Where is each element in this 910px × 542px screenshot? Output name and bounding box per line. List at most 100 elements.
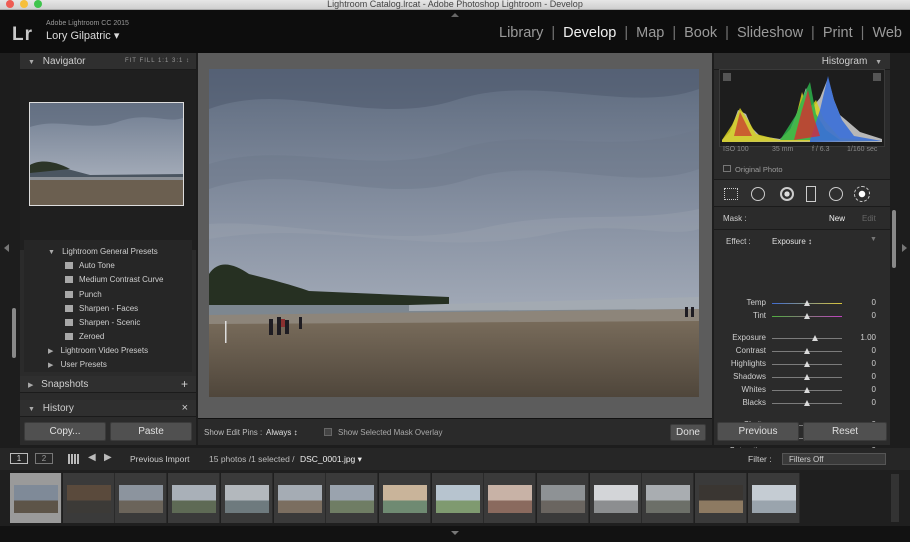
slider-value[interactable]: 0: [852, 346, 876, 355]
slider-track[interactable]: [772, 387, 842, 393]
slider-value[interactable]: 0: [852, 359, 876, 368]
filmstrip-thumbnail[interactable]: [484, 473, 537, 523]
slider-knob[interactable]: [804, 361, 810, 367]
filmstrip-source[interactable]: Previous Import: [130, 454, 190, 464]
histogram-header[interactable]: Histogram ▼: [714, 53, 890, 70]
slider-value[interactable]: 0: [852, 398, 876, 407]
module-map[interactable]: Map: [636, 25, 664, 41]
preset-group-general[interactable]: ▼ Lightroom General Presets: [48, 247, 158, 256]
filmstrip-thumbnail[interactable]: [168, 473, 221, 523]
slider-value[interactable]: 0: [852, 385, 876, 394]
slider-knob[interactable]: [804, 400, 810, 406]
mask-new-button[interactable]: New: [829, 214, 845, 223]
filter-select[interactable]: Filters Off: [782, 453, 886, 465]
original-photo-checkbox[interactable]: [723, 165, 731, 172]
main-photo[interactable]: [209, 69, 699, 397]
clear-history-icon[interactable]: ×: [182, 400, 188, 417]
navigator-thumbnail[interactable]: [29, 102, 184, 206]
snapshots-header[interactable]: ▶ Snapshots +: [20, 376, 196, 393]
module-library[interactable]: Library: [499, 25, 543, 41]
add-snapshot-icon[interactable]: +: [181, 376, 188, 393]
right-panel-scrollbar[interactable]: [892, 210, 896, 268]
paste-button[interactable]: Paste: [110, 422, 192, 441]
filmstrip-thumbnail[interactable]: [378, 473, 431, 523]
edit-pins-select[interactable]: Always ↕: [266, 428, 298, 437]
slider-track[interactable]: [772, 400, 842, 406]
filmstrip-scrollbar[interactable]: [891, 474, 899, 522]
slider-track[interactable]: [772, 348, 842, 354]
effect-collapse-icon[interactable]: ▼: [870, 236, 877, 243]
slider-track[interactable]: [772, 313, 842, 319]
slider-knob[interactable]: [804, 300, 810, 306]
red-eye-icon[interactable]: [780, 187, 794, 201]
grid-view-icon[interactable]: [68, 454, 79, 464]
slider-knob[interactable]: [804, 313, 810, 319]
preset-item[interactable]: Sharpen - Faces: [65, 304, 138, 313]
slider-track[interactable]: [772, 335, 842, 341]
left-panel-toggle-icon[interactable]: [4, 244, 9, 252]
preset-item[interactable]: Medium Contrast Curve: [65, 275, 163, 284]
filmstrip-thumbnail[interactable]: [695, 473, 748, 523]
preset-group-video[interactable]: ▶ Lightroom Video Presets: [48, 346, 148, 355]
bottom-panel-toggle-icon[interactable]: [451, 531, 459, 535]
crop-tool-icon[interactable]: [724, 188, 738, 200]
filmstrip-thumbnail[interactable]: [220, 473, 273, 523]
filmstrip-thumbnail[interactable]: [62, 473, 115, 523]
navigator-zoom-options[interactable]: FIT FILL 1:1 3:1 ↕: [125, 53, 190, 70]
radial-filter-icon[interactable]: [829, 187, 843, 201]
preset-item[interactable]: Auto Tone: [65, 261, 115, 270]
slider-track[interactable]: [772, 374, 842, 380]
module-book[interactable]: Book: [684, 25, 717, 41]
navigator-header[interactable]: ▼ Navigator FIT FILL 1:1 3:1 ↕: [20, 53, 196, 70]
slider-value[interactable]: 0: [852, 372, 876, 381]
module-develop[interactable]: Develop: [563, 25, 616, 41]
module-web[interactable]: Web: [872, 25, 902, 41]
filmstrip-filename[interactable]: DSC_0001.jpg ▾: [300, 454, 362, 465]
filmstrip-thumbnail[interactable]: [115, 473, 168, 523]
filmstrip-thumbnail[interactable]: [431, 473, 484, 523]
filmstrip-thumbnail[interactable]: [642, 473, 695, 523]
slider-knob[interactable]: [804, 374, 810, 380]
main-window-button[interactable]: 1: [10, 453, 28, 464]
copy-button[interactable]: Copy...: [24, 422, 106, 441]
slider-value[interactable]: 0: [852, 298, 876, 307]
right-panel-toggle-icon[interactable]: [902, 244, 907, 252]
adjustment-brush-icon[interactable]: [854, 186, 870, 202]
filmstrip-thumbnail[interactable]: [589, 473, 642, 523]
graduated-filter-icon[interactable]: [806, 186, 816, 202]
history-header[interactable]: ▼ History ×: [20, 400, 196, 417]
mask-overlay-checkbox[interactable]: [324, 428, 332, 436]
filmstrip-thumbnail[interactable]: [10, 473, 62, 523]
preset-item[interactable]: Zeroed: [65, 332, 104, 341]
filmstrip-thumbnail[interactable]: [537, 473, 589, 523]
done-button[interactable]: Done: [670, 424, 706, 441]
preset-item[interactable]: Sharpen - Scenic: [65, 318, 140, 327]
mask-edit-button[interactable]: Edit: [862, 214, 876, 223]
preset-group-user[interactable]: ▶ User Presets: [48, 360, 107, 369]
previous-button[interactable]: Previous: [717, 422, 799, 441]
reset-button[interactable]: Reset: [803, 422, 887, 441]
slider-knob[interactable]: [804, 387, 810, 393]
filmstrip-thumbnail[interactable]: [326, 473, 379, 523]
image-canvas[interactable]: [198, 53, 712, 445]
spot-removal-icon[interactable]: [751, 187, 765, 201]
left-panel-scrollbar[interactable]: [12, 308, 16, 358]
module-print[interactable]: Print: [823, 25, 853, 41]
histogram-graph[interactable]: [719, 69, 885, 147]
slider-knob[interactable]: [812, 335, 819, 341]
secondary-window-button[interactable]: 2: [35, 453, 53, 464]
user-menu[interactable]: Lory Gilpatric ▾: [46, 29, 119, 42]
slider-value[interactable]: 1.00: [852, 333, 876, 342]
effect-select[interactable]: Exposure ↕: [772, 237, 812, 246]
top-panel-toggle-icon[interactable]: [451, 13, 459, 17]
slider-track[interactable]: [772, 300, 842, 306]
previous-photo-icon[interactable]: ◀: [88, 452, 96, 463]
filmstrip-thumbnail[interactable]: [273, 473, 326, 523]
preset-item[interactable]: Punch: [65, 290, 102, 299]
module-slideshow[interactable]: Slideshow: [737, 25, 803, 41]
slider-knob[interactable]: [804, 348, 810, 354]
slider-track[interactable]: [772, 361, 842, 367]
next-photo-icon[interactable]: ▶: [104, 452, 112, 463]
slider-value[interactable]: 0: [852, 311, 876, 320]
filmstrip-thumbnail[interactable]: [747, 473, 800, 523]
